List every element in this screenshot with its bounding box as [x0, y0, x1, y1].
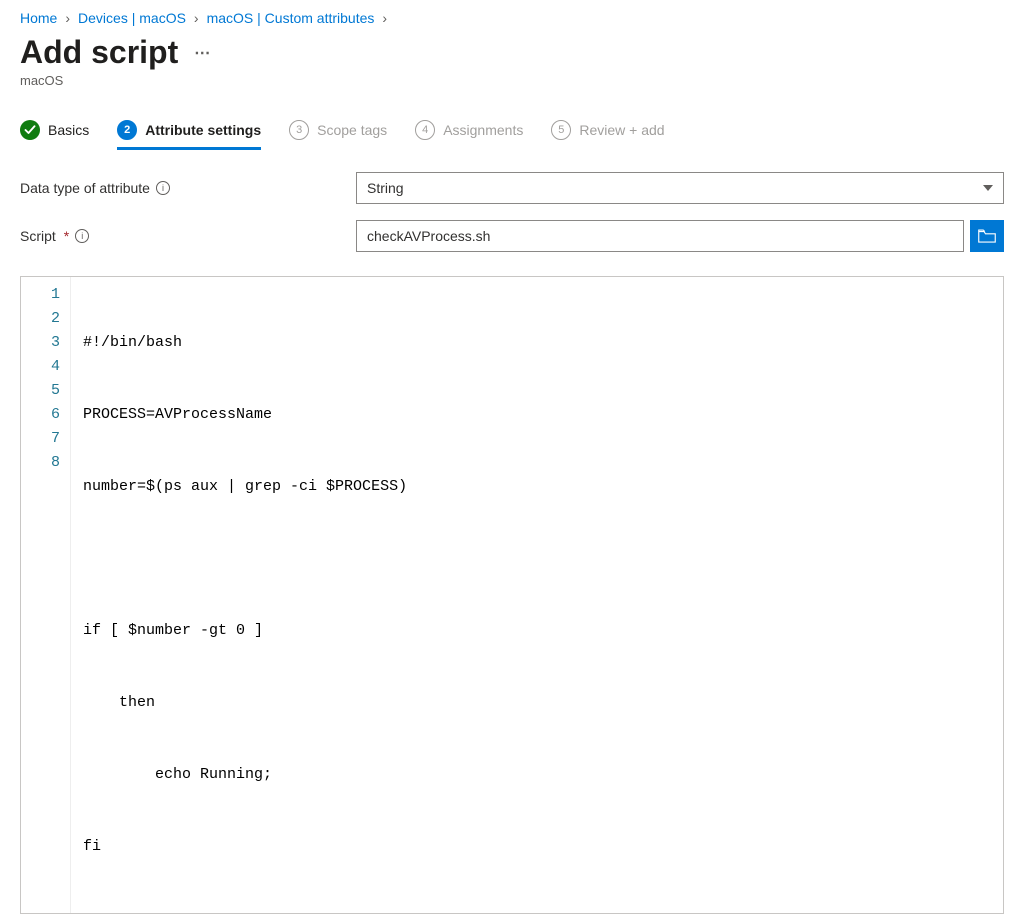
line-number-gutter: 1 2 3 4 5 6 7 8 [21, 277, 71, 913]
tab-label: Attribute settings [145, 122, 261, 138]
tab-label: Review + add [579, 122, 664, 138]
tab-assignments: 4 Assignments [415, 120, 523, 148]
browse-file-button[interactable] [970, 220, 1004, 252]
data-type-label: Data type of attribute i [20, 180, 340, 196]
breadcrumb-custom-attributes[interactable]: macOS | Custom attributes [207, 10, 375, 26]
code-line: fi [83, 835, 991, 859]
input-value: checkAVProcess.sh [367, 228, 490, 244]
folder-icon [978, 229, 996, 243]
tab-label: Basics [48, 122, 89, 138]
code-line: number=$(ps aux | grep -ci $PROCESS) [83, 475, 991, 499]
line-number: 6 [51, 403, 60, 427]
page-title-row: Add script ⋯ [20, 34, 1004, 71]
step-number-icon: 2 [117, 120, 137, 140]
script-editor[interactable]: 1 2 3 4 5 6 7 8 #!/bin/bash PROCESS=AVPr… [20, 276, 1004, 914]
code-line: then [83, 691, 991, 715]
line-number: 5 [51, 379, 60, 403]
breadcrumb: Home › Devices | macOS › macOS | Custom … [20, 10, 1004, 26]
tab-scope-tags: 3 Scope tags [289, 120, 387, 148]
tab-attribute-settings[interactable]: 2 Attribute settings [117, 120, 261, 148]
row-data-type: Data type of attribute i String [20, 172, 1004, 204]
script-label: Script * i [20, 228, 340, 244]
tab-review-add: 5 Review + add [551, 120, 664, 148]
line-number: 4 [51, 355, 60, 379]
code-line [83, 547, 991, 571]
tab-basics[interactable]: Basics [20, 120, 89, 148]
info-icon[interactable]: i [75, 229, 89, 243]
code-line: echo Running; [83, 763, 991, 787]
page-title: Add script [20, 34, 178, 71]
page-subtitle: macOS [20, 73, 1004, 88]
checkmark-icon [20, 120, 40, 140]
line-number: 1 [51, 283, 60, 307]
line-number: 3 [51, 331, 60, 355]
line-number: 8 [51, 451, 60, 475]
step-number-icon: 5 [551, 120, 571, 140]
step-number-icon: 3 [289, 120, 309, 140]
line-number: 2 [51, 307, 60, 331]
step-number-icon: 4 [415, 120, 435, 140]
wizard-tabs: Basics 2 Attribute settings 3 Scope tags… [20, 120, 1004, 148]
chevron-right-icon: › [194, 10, 199, 26]
select-value: String [367, 180, 404, 196]
code-line: if [ $number -gt 0 ] [83, 619, 991, 643]
breadcrumb-home[interactable]: Home [20, 10, 57, 26]
script-filename-input[interactable]: checkAVProcess.sh [356, 220, 964, 252]
tab-label: Assignments [443, 122, 523, 138]
tab-label: Scope tags [317, 122, 387, 138]
breadcrumb-devices[interactable]: Devices | macOS [78, 10, 186, 26]
more-menu-button[interactable]: ⋯ [194, 43, 212, 63]
line-number: 7 [51, 427, 60, 451]
required-asterisk: * [64, 228, 69, 244]
label-text: Script [20, 228, 56, 244]
code-area[interactable]: #!/bin/bash PROCESS=AVProcessName number… [71, 277, 1003, 913]
chevron-right-icon: › [382, 10, 387, 26]
data-type-select[interactable]: String [356, 172, 1004, 204]
code-line: PROCESS=AVProcessName [83, 403, 991, 427]
chevron-right-icon: › [65, 10, 70, 26]
label-text: Data type of attribute [20, 180, 150, 196]
code-line: #!/bin/bash [83, 331, 991, 355]
row-script: Script * i checkAVProcess.sh [20, 220, 1004, 252]
info-icon[interactable]: i [156, 181, 170, 195]
chevron-down-icon [983, 185, 993, 191]
